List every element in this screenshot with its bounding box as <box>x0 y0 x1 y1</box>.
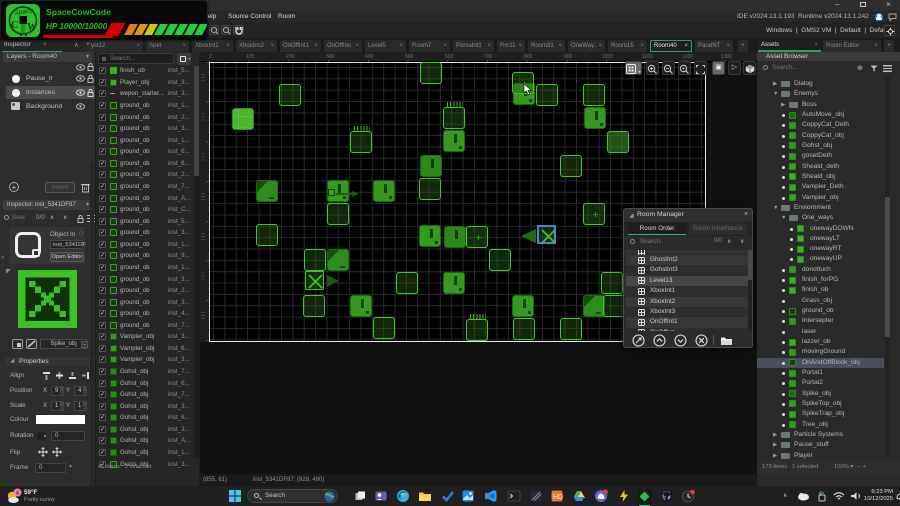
svg-text:C: C <box>11 20 18 31</box>
svg-text:HD: HD <box>553 494 563 501</box>
svg-text:Space: Space <box>13 7 34 17</box>
svg-text:W: W <box>27 22 37 33</box>
